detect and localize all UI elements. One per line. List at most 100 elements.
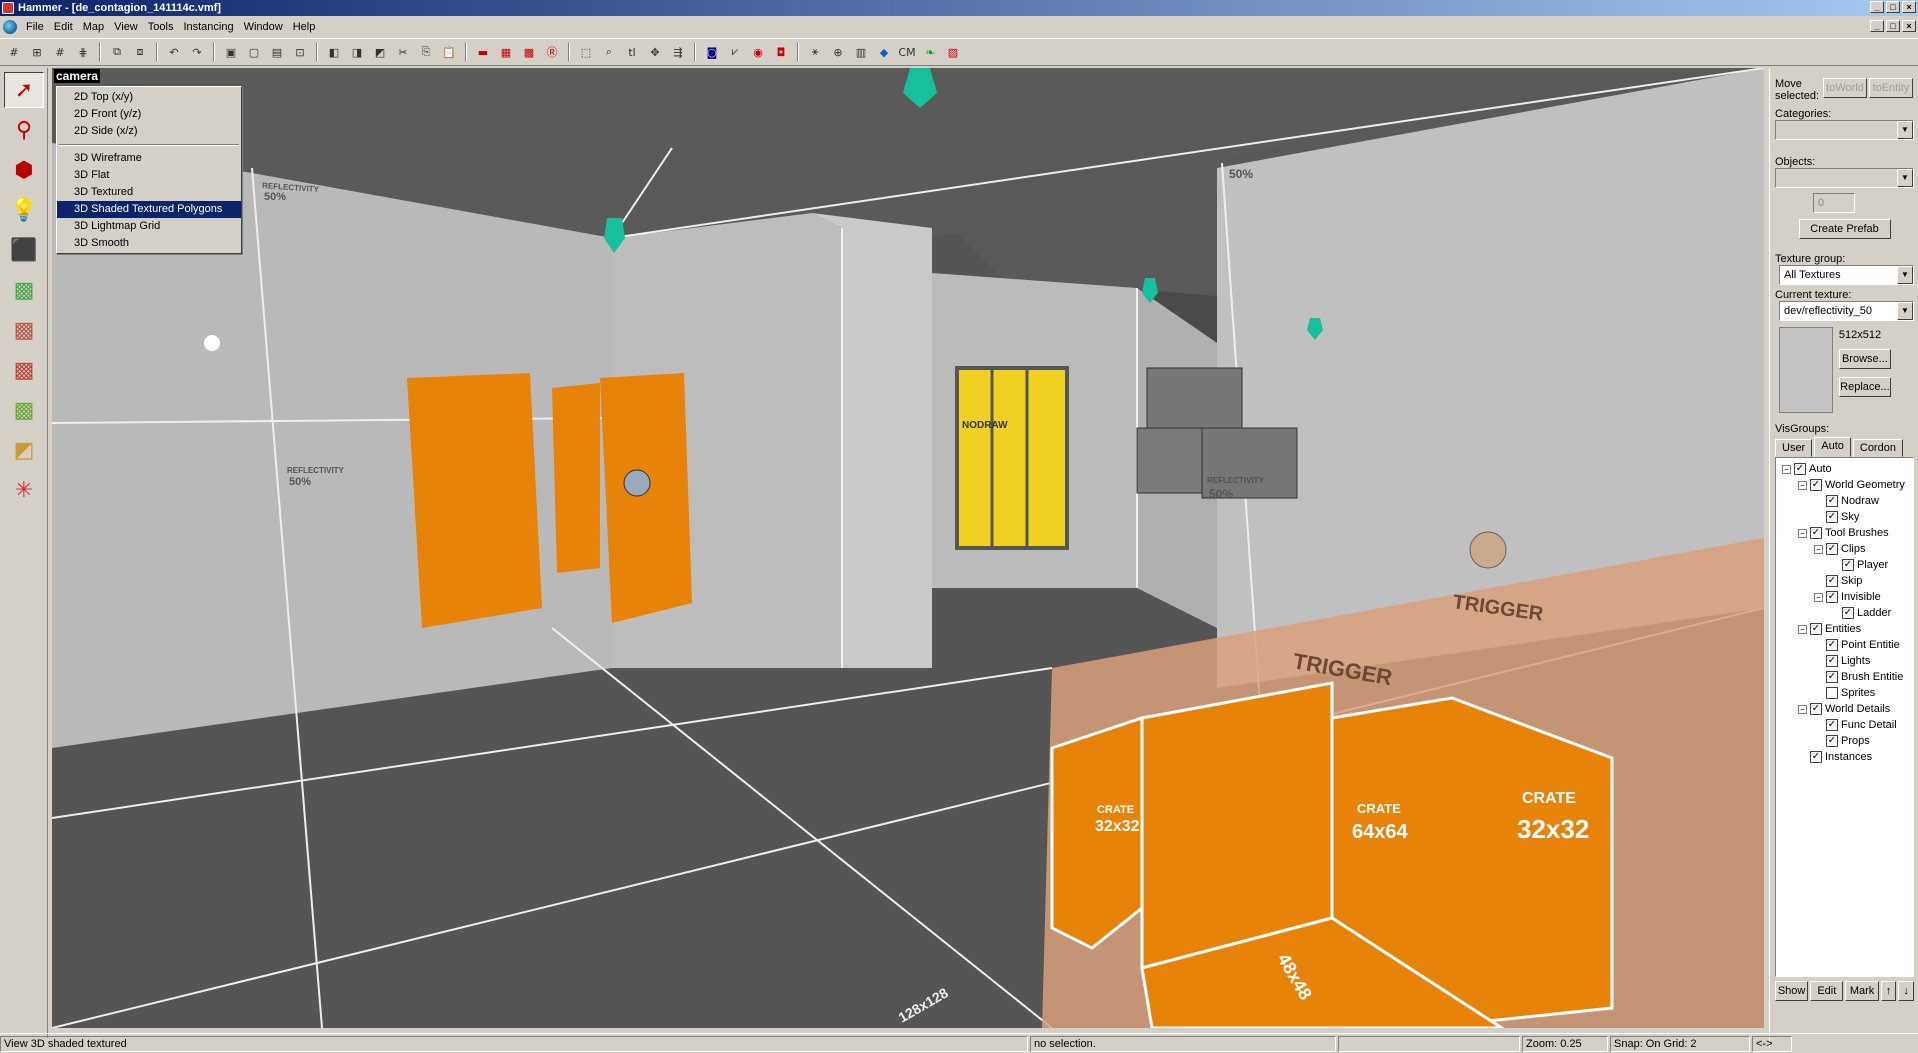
hollow-icon[interactable]: ▢ (244, 42, 264, 62)
clip-tool-icon[interactable]: ◩ (4, 432, 44, 468)
mdi-minimize-button[interactable]: _ (1870, 20, 1884, 32)
grid-smaller-icon[interactable]: # (50, 42, 70, 62)
texture-group-select[interactable]: All Textures ▼ (1779, 265, 1914, 285)
browse-button[interactable]: Browse... (1838, 349, 1891, 369)
tab-auto[interactable]: Auto (1814, 437, 1851, 457)
menu-item-2d-front[interactable]: 2D Front (y/z) (57, 106, 241, 123)
to-world-button[interactable]: toWorld (1823, 78, 1867, 98)
autoselect-icon[interactable]: ⊕ (828, 42, 848, 62)
paste-icon[interactable]: 📋 (439, 42, 459, 62)
visgroup-item[interactable]: ✓ Ladder (1776, 605, 1913, 621)
camera-tool-icon[interactable]: ⬢ (4, 152, 44, 188)
texture-app-icon[interactable]: tl (622, 42, 642, 62)
menu-instancing[interactable]: Instancing (178, 21, 238, 33)
visgroup-item[interactable]: ✓ Func Detail (1776, 717, 1913, 733)
hide-unselected-icon[interactable]: ◩ (370, 42, 390, 62)
menu-item-3d-wireframe[interactable]: 3D Wireframe (57, 150, 241, 167)
visgroup-checkbox[interactable]: ✓ (1810, 479, 1822, 491)
menu-item-2d-top[interactable]: 2D Top (x/y) (57, 89, 241, 106)
visgroup-checkbox[interactable]: ✓ (1794, 463, 1806, 475)
no-draw-red-icon[interactable]: ▨ (943, 42, 963, 62)
visgroup-checkbox[interactable]: ✓ (1826, 719, 1838, 731)
menu-view[interactable]: View (109, 21, 143, 33)
cut-icon[interactable]: ✂ (393, 42, 413, 62)
expand-toggle-icon[interactable]: − (1782, 464, 1791, 474)
mark-button[interactable]: Mark (1845, 981, 1879, 1001)
select-icon[interactable]: ⬚ (576, 42, 596, 62)
categories-select[interactable]: ▼ (1775, 120, 1914, 140)
leaf-icon[interactable]: ❧ (920, 42, 940, 62)
visgroup-item[interactable]: ✓ Lights (1776, 653, 1913, 669)
mdi-restore-button[interactable]: □ (1886, 20, 1900, 32)
expand-toggle-icon[interactable]: − (1798, 704, 1807, 714)
3d-scene[interactable]: REFLECTIVITY 50% REFLECTIVITY 50% REFLEC… (52, 68, 1764, 1028)
copy-icon[interactable]: ⎘ (416, 42, 436, 62)
texture-lock-icon[interactable]: ▤ (267, 42, 287, 62)
visgroup-item[interactable]: ✓ Skip (1776, 573, 1913, 589)
undo-icon[interactable]: ↶ (164, 42, 184, 62)
3d-grid-icon[interactable]: ⊞ (27, 42, 47, 62)
edit-button[interactable]: Edit (1810, 981, 1844, 1001)
vis-models-icon[interactable]: ⩗ (725, 42, 745, 62)
skip-toggle-icon[interactable]: ▩ (519, 42, 539, 62)
visgroup-checkbox[interactable]: ✓ (1826, 543, 1838, 555)
tab-cordon[interactable]: Cordon (1852, 439, 1903, 457)
menu-item-3d-smooth[interactable]: 3D Smooth (57, 235, 241, 252)
replace-button[interactable]: Replace... (1838, 377, 1891, 397)
visgroup-checkbox[interactable]: ✓ (1826, 671, 1838, 683)
visgroup-checkbox[interactable] (1826, 687, 1838, 699)
menu-tools[interactable]: Tools (143, 21, 179, 33)
visgroup-checkbox[interactable]: ✓ (1810, 703, 1822, 715)
visgroup-checkbox[interactable]: ✓ (1842, 607, 1854, 619)
menu-help[interactable]: Help (288, 21, 321, 33)
visgroup-checkbox[interactable]: ✓ (1810, 751, 1822, 763)
cordon-icon[interactable]: ⊡ (290, 42, 310, 62)
minimize-button[interactable]: _ (1870, 1, 1884, 13)
menu-map[interactable]: Map (78, 21, 109, 33)
menu-item-3d-lightmap-grid[interactable]: 3D Lightmap Grid (57, 218, 241, 235)
decal-tool-icon[interactable]: ▩ (4, 352, 44, 388)
visgroup-checkbox[interactable]: ✓ (1826, 575, 1838, 587)
visgroup-item[interactable]: − ✓ World Geometry (1776, 477, 1913, 493)
logical-view-icon[interactable]: ◆ (874, 42, 894, 62)
entity-tool-icon[interactable]: 💡 (4, 192, 44, 228)
expand-toggle-icon[interactable]: − (1798, 624, 1807, 634)
clip-toggle-icon[interactable]: ▦ (496, 42, 516, 62)
visgroup-item[interactable]: ✓ Instances (1776, 749, 1913, 765)
block-tool-icon[interactable]: ⬛ (4, 232, 44, 268)
helpers-icon[interactable]: ⚹ (805, 42, 825, 62)
group-icon[interactable]: ⧉ (107, 42, 127, 62)
create-prefab-button[interactable]: Create Prefab (1798, 219, 1891, 239)
visgroup-item[interactable]: − ✓ Clips (1776, 541, 1913, 557)
menu-item-2d-side[interactable]: 2D Side (x/z) (57, 123, 241, 140)
menu-item-3d-flat[interactable]: 3D Flat (57, 167, 241, 184)
menu-edit[interactable]: Edit (49, 21, 78, 33)
hide-selected-icon[interactable]: ◧ (324, 42, 344, 62)
show-button[interactable]: Show (1775, 981, 1809, 1001)
arrow-down-icon[interactable]: ↓ (1898, 981, 1914, 1001)
grid-larger-icon[interactable]: ⋕ (73, 42, 93, 62)
viewport-camera-label[interactable]: camera (54, 69, 101, 83)
object-index-spinner[interactable]: 0 (1813, 193, 1855, 213)
visgroup-item[interactable]: ✓ Brush Entitie (1776, 669, 1913, 685)
visgroup-item[interactable]: − ✓ Entities (1776, 621, 1913, 637)
visgroup-item[interactable]: ✓ Nodraw (1776, 493, 1913, 509)
visgroup-checkbox[interactable]: ✓ (1842, 559, 1854, 571)
visgroup-item[interactable]: ✓ Point Entitie (1776, 637, 1913, 653)
magnify-tool-icon[interactable]: ⚲ (4, 112, 44, 148)
show-all-icon[interactable]: ◨ (347, 42, 367, 62)
arrow-up-icon[interactable]: ↑ (1880, 981, 1897, 1001)
tab-user[interactable]: User (1775, 439, 1813, 457)
expand-toggle-icon[interactable]: − (1814, 592, 1823, 602)
hint-toggle-icon[interactable]: Ⓡ (542, 42, 562, 62)
visgroup-checkbox[interactable]: ✓ (1826, 495, 1838, 507)
menu-window[interactable]: Window (239, 21, 288, 33)
grid-toggle-icon[interactable]: # (4, 42, 24, 62)
visgroup-item[interactable]: − ✓ Invisible (1776, 589, 1913, 605)
redo-icon[interactable]: ↷ (187, 42, 207, 62)
vis-nodraw-icon[interactable]: ◙ (702, 42, 722, 62)
visgroup-checkbox[interactable]: ✓ (1826, 655, 1838, 667)
texture-tool-icon[interactable]: ▩ (4, 272, 44, 308)
visgroup-checkbox[interactable]: ✓ (1810, 527, 1822, 539)
menu-file[interactable]: File (21, 21, 49, 33)
